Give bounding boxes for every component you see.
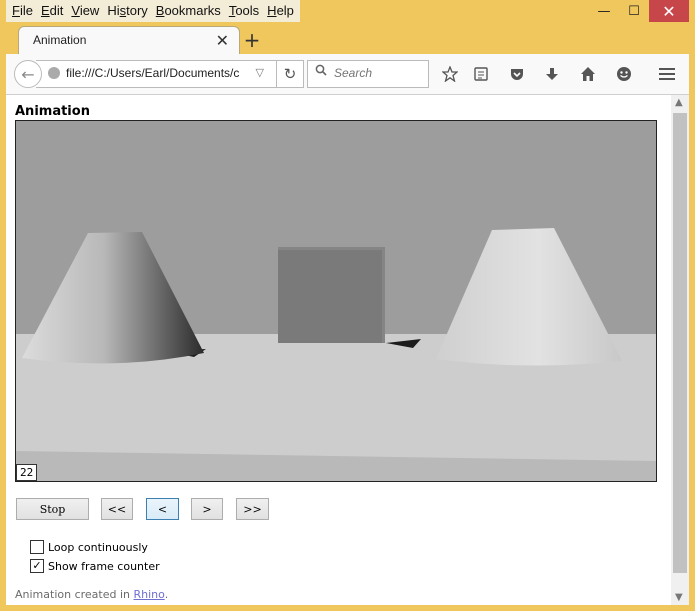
menu-tools[interactable]: Tools [225, 0, 263, 22]
show-counter-label: Show frame counter [48, 559, 160, 573]
previous-frame-button[interactable]: < [146, 498, 179, 520]
show-counter-option[interactable]: ✓ Show frame counter [30, 559, 160, 573]
animation-frame [16, 121, 656, 481]
first-frame-button[interactable]: << [101, 498, 133, 520]
loop-option[interactable]: Loop continuously [30, 540, 148, 554]
tab-animation[interactable]: Animation ✕ [18, 26, 240, 55]
reload-button[interactable]: ↻ [276, 60, 304, 88]
reading-list-icon[interactable] [471, 64, 491, 84]
tab-title: Animation [33, 33, 87, 47]
search-box[interactable] [307, 60, 429, 88]
hamburger-menu-icon[interactable] [657, 64, 677, 84]
nav-toolbar: file:///C:/Users/Earl/Documents/c ▽ ← ↻ [6, 54, 689, 95]
menu-help[interactable]: Help [263, 0, 298, 22]
url-text[interactable]: file:///C:/Users/Earl/Documents/c [66, 66, 244, 80]
pocket-icon[interactable] [507, 64, 527, 84]
window-controls: — ☐ ✕ [589, 0, 689, 22]
show-counter-checkbox[interactable]: ✓ [30, 559, 44, 573]
page-content: Animation 22 Stop << < > >> Loop continu… [6, 95, 671, 605]
menu-bookmarks[interactable]: Bookmarks [152, 0, 225, 22]
menu-edit[interactable]: Edit [37, 0, 67, 22]
footer-credit: Animation created in Rhino. [15, 588, 168, 601]
animation-viewport: 22 [15, 120, 657, 482]
emoji-icon[interactable] [614, 64, 634, 84]
stop-button[interactable]: Stop [16, 498, 89, 520]
loop-checkbox[interactable] [30, 540, 44, 554]
tab-strip: Animation ✕ + [6, 22, 689, 55]
close-window-button[interactable]: ✕ [649, 0, 689, 22]
browser-window: File Edit View History Bookmarks Tools H… [0, 0, 695, 611]
page-heading: Animation [15, 104, 90, 119]
menu-bar: File Edit View History Bookmarks Tools H… [6, 0, 300, 22]
last-frame-button[interactable]: >> [236, 498, 269, 520]
menu-history[interactable]: History [103, 0, 151, 22]
menu-view[interactable]: View [67, 0, 103, 22]
footer-period: . [164, 588, 169, 601]
search-input[interactable] [332, 65, 426, 81]
next-frame-button[interactable]: > [191, 498, 223, 520]
tab-close-icon[interactable]: ✕ [216, 31, 229, 50]
page-info-icon[interactable] [48, 67, 60, 79]
maximize-button[interactable]: ☐ [619, 0, 649, 22]
url-dropdown-icon[interactable]: ▽ [256, 66, 264, 79]
star-icon[interactable] [440, 64, 460, 84]
menu-file[interactable]: File [8, 0, 37, 22]
rhino-link[interactable]: Rhino [134, 588, 165, 601]
download-icon[interactable] [542, 64, 562, 84]
new-tab-button[interactable]: + [242, 30, 262, 50]
frame-counter: 22 [16, 464, 38, 481]
home-icon[interactable] [578, 64, 598, 84]
back-button[interactable]: ← [14, 60, 42, 88]
cube [278, 247, 385, 343]
loop-label: Loop continuously [48, 540, 148, 554]
scroll-down-icon[interactable]: ▼ [675, 592, 683, 603]
vertical-scrollbar[interactable]: ▲ ▼ [671, 95, 689, 605]
search-icon [315, 64, 327, 80]
url-bar[interactable]: file:///C:/Users/Earl/Documents/c ▽ [36, 60, 277, 88]
scroll-thumb[interactable] [673, 113, 687, 573]
minimize-button[interactable]: — [589, 0, 619, 22]
scroll-up-icon[interactable]: ▲ [675, 97, 683, 108]
footer-text: Animation created in [15, 588, 134, 601]
